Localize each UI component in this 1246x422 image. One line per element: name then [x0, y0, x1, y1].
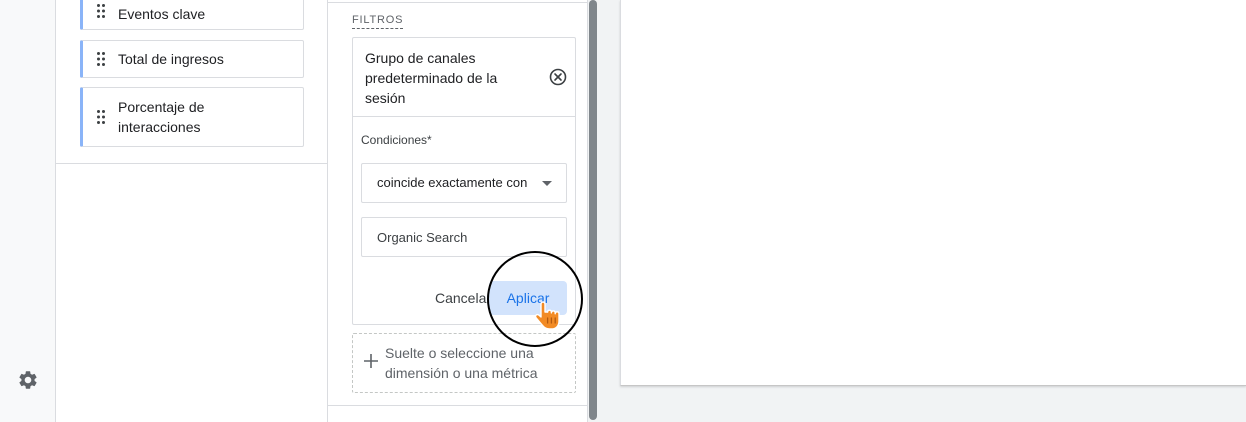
tab-settings-panel: FILTROS Grupo de canales predeterminado … — [328, 0, 588, 422]
metric-chip-key-events[interactable]: Eventos clave — [80, 0, 304, 30]
left-rail — [0, 0, 56, 422]
filter-card: Grupo de canales predeterminado de la se… — [352, 37, 576, 325]
filters-section-title: FILTROS — [352, 14, 404, 29]
divider — [328, 405, 588, 406]
conditions-label: Condiciones* — [361, 133, 432, 147]
variables-panel: Eventos clave Total de ingresos Porcenta… — [56, 0, 328, 422]
report-canvas[interactable] — [620, 0, 1246, 386]
divider — [328, 2, 588, 3]
match-type-value: coincide exactamente con — [377, 175, 528, 190]
metric-label: Porcentaje de interacciones — [118, 99, 205, 135]
filter-value-input[interactable] — [361, 217, 567, 257]
filter-header[interactable]: Grupo de canales predeterminado de la se… — [353, 38, 575, 117]
apply-button[interactable]: Aplicar — [489, 281, 567, 315]
panel-scrollbar[interactable] — [589, 0, 597, 420]
metric-chip-engagement-rate[interactable]: Porcentaje de interacciones — [80, 87, 304, 147]
drop-zone-text: Suelte o seleccione una dimensión o una … — [385, 345, 538, 381]
match-type-select[interactable]: coincide exactamente con — [361, 163, 567, 203]
cancel-button[interactable]: Cancelar — [429, 284, 497, 312]
plus-icon — [364, 354, 378, 368]
divider — [56, 163, 327, 164]
metric-label: Eventos clave — [118, 6, 206, 22]
drag-handle-icon[interactable] — [96, 51, 106, 67]
chevron-down-icon — [542, 181, 552, 186]
drag-handle-icon[interactable] — [96, 109, 106, 125]
metric-chip-total-revenue[interactable]: Total de ingresos — [80, 40, 304, 78]
filter-dimension-name: Grupo de canales predeterminado de la se… — [365, 50, 498, 106]
remove-circle-icon[interactable] — [549, 68, 567, 86]
drag-handle-icon[interactable] — [96, 3, 106, 19]
metric-label: Total de ingresos — [118, 51, 224, 67]
add-filter-drop-zone[interactable]: Suelte o seleccione una dimensión o una … — [352, 333, 576, 393]
gear-icon[interactable] — [17, 369, 39, 391]
